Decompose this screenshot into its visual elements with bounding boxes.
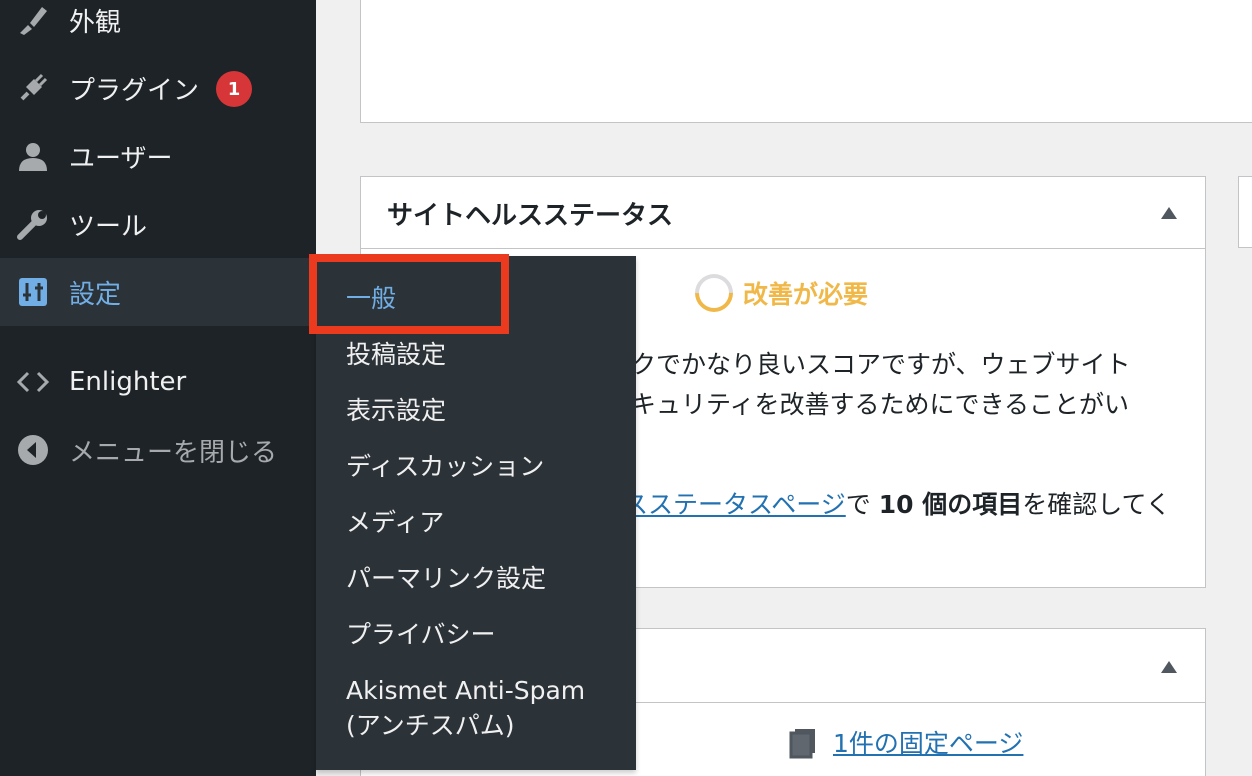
site-health-page-link[interactable]: スステータスページ <box>623 490 846 519</box>
sidebar-item-label: ツール <box>69 211 148 242</box>
sidebar-item-label: メニューを閉じる <box>69 437 278 468</box>
paintbrush-icon <box>16 3 50 37</box>
health-description-line2: セキュリティを改善するためにできることがい <box>606 390 1130 419</box>
admin-sidebar: 外観 プラグイン 1 ユーザー ツール 設定 Enlighter メニューを閉じ… <box>0 0 316 776</box>
settings-icon <box>16 275 50 309</box>
sidebar-item-label: 設定 <box>69 279 122 310</box>
sidebar-item-label: ユーザー <box>69 143 173 174</box>
pages-count-link[interactable]: 1件の固定ページ <box>833 724 1023 760</box>
sidebar-item-settings[interactable]: 設定 <box>0 258 316 326</box>
wrench-icon <box>16 207 50 241</box>
submenu-item-privacy[interactable]: プライバシー <box>346 617 496 653</box>
submenu-item-discussion[interactable]: ディスカッション <box>346 449 544 485</box>
sidebar-item-enlighter[interactable]: Enlighter <box>0 348 316 416</box>
health-status-label: 改善が必要 <box>743 280 869 309</box>
code-icon <box>16 365 50 399</box>
sidebar-item-users[interactable]: ユーザー <box>0 122 316 190</box>
sidebar-item-label: Enlighter <box>69 367 187 397</box>
sidebar-item-tools[interactable]: ツール <box>0 190 316 258</box>
sidebar-item-plugins[interactable]: プラグイン 1 <box>0 54 316 122</box>
sidebar-item-appearance[interactable]: 外観 <box>0 0 316 54</box>
adjacent-widget-edge <box>1238 176 1252 248</box>
collapse-toggle-icon[interactable] <box>1161 207 1177 219</box>
submenu-item-writing[interactable]: 投稿設定 <box>346 337 446 373</box>
submenu-item-media[interactable]: メディア <box>346 505 444 541</box>
health-description-line1: ックでかなり良いスコアですが、ウェブサイト <box>606 350 1131 379</box>
update-count-badge: 1 <box>216 71 252 107</box>
annotation-highlight-box <box>309 254 509 334</box>
status-ring-icon <box>687 266 741 320</box>
item-count: 10 個の項目 <box>878 490 1023 519</box>
collapse-toggle-icon[interactable] <box>1161 661 1177 673</box>
user-icon <box>16 139 50 173</box>
submenu-pointer <box>298 284 308 304</box>
collapse-menu-button[interactable]: メニューを閉じる <box>0 416 316 484</box>
collapse-icon <box>16 433 50 467</box>
site-health-header: サイトヘルスステータス <box>361 177 1205 249</box>
submenu-item-akismet[interactable]: Akismet Anti-Spam (アンチスパム) <box>346 673 585 743</box>
pages-icon <box>789 729 815 759</box>
submenu-item-permalinks[interactable]: パーマリンク設定 <box>346 561 546 597</box>
plugin-icon <box>16 71 50 105</box>
health-description-line3: スステータスページで 10 個の項目を確認してく <box>623 490 1171 519</box>
submenu-item-reading[interactable]: 表示設定 <box>346 393 446 429</box>
dashboard-widget-top <box>360 0 1252 123</box>
sidebar-item-label: 外観 <box>69 7 122 38</box>
sidebar-item-label: プラグイン <box>69 75 200 106</box>
site-health-title: サイトヘルスステータス <box>387 201 674 231</box>
